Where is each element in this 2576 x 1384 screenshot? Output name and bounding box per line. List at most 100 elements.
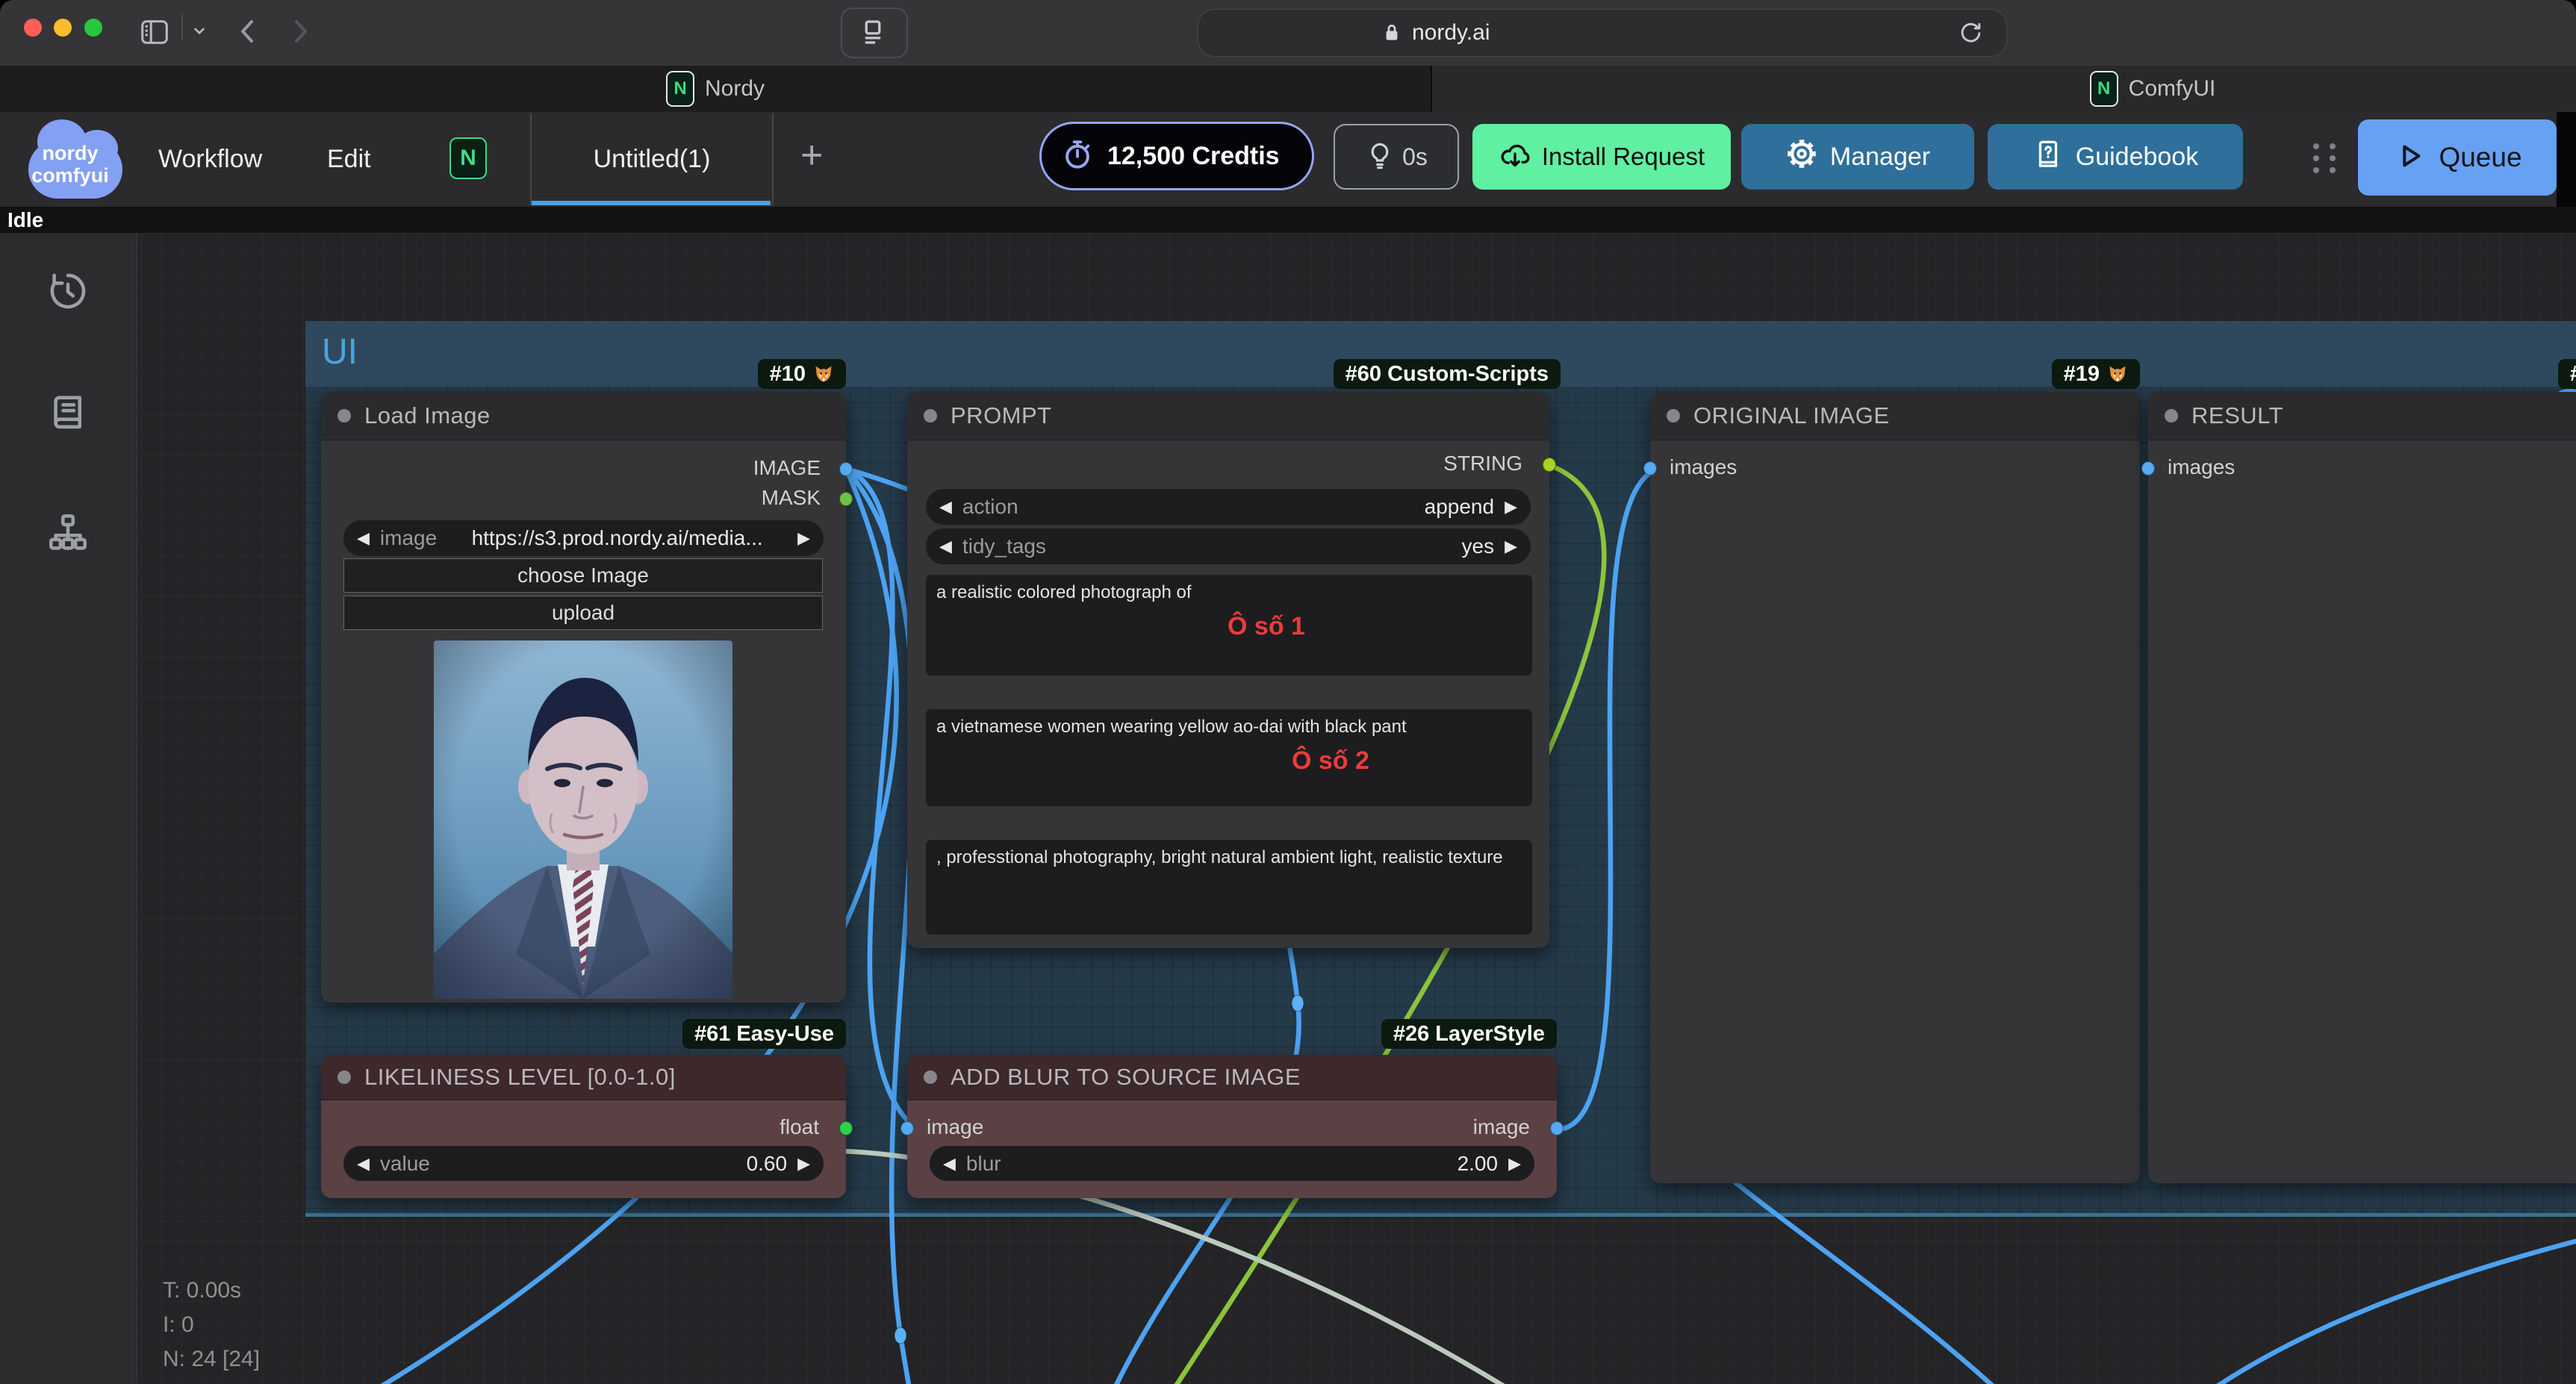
- arrow-right-icon[interactable]: ▶: [797, 529, 810, 548]
- choose-image-button[interactable]: choose Image: [343, 558, 823, 593]
- image-preview[interactable]: [434, 640, 732, 999]
- node-load-image[interactable]: Load Image IMAGE MASK ◀ image https://s3…: [321, 392, 846, 1003]
- toolbar-drag-handle[interactable]: [2313, 143, 2343, 176]
- tab-nordy[interactable]: N Nordy: [0, 66, 1432, 112]
- output-mask-label: MASK: [762, 486, 821, 510]
- guidebook-button[interactable]: Guidebook: [1988, 124, 2243, 190]
- ui-group-title: UI: [322, 331, 358, 373]
- output-string-port[interactable]: [1543, 458, 1556, 472]
- tab-separator-2: [772, 113, 774, 205]
- collapse-dot[interactable]: [924, 409, 937, 423]
- node-canvas[interactable]: UI Load Image IMAGE: [0, 233, 2576, 1384]
- output-float-label: float: [780, 1115, 819, 1139]
- collapse-dot[interactable]: [337, 1070, 351, 1084]
- node-add-blur-title[interactable]: ADD BLUR TO SOURCE IMAGE: [907, 1055, 1557, 1100]
- output-image-port[interactable]: [1550, 1121, 1564, 1135]
- arrow-left-icon[interactable]: ◀: [357, 1154, 370, 1173]
- arrow-left-icon[interactable]: ◀: [357, 529, 370, 548]
- menu-edit[interactable]: Edit: [327, 145, 371, 174]
- manager-button[interactable]: Manager: [1741, 124, 1974, 190]
- tab-comfyui[interactable]: N ComfyUI: [1432, 66, 2576, 112]
- manager-label: Manager: [1830, 143, 1930, 172]
- prompt-textarea-1[interactable]: a realistic colored photograph of Ô số 1: [926, 575, 1532, 676]
- node-likeliness-title[interactable]: LIKELINESS LEVEL [0.0-1.0]: [321, 1055, 846, 1100]
- node-likeliness-level[interactable]: LIKELINESS LEVEL [0.0-1.0] float ◀ value…: [321, 1055, 846, 1198]
- widget-value[interactable]: ◀ value 0.60 ▶: [343, 1146, 824, 1181]
- new-workflow-button[interactable]: +: [800, 133, 823, 178]
- node-map-icon[interactable]: [46, 511, 90, 554]
- nordy-favicon: N: [666, 71, 694, 107]
- collapse-dot[interactable]: [337, 409, 351, 423]
- output-image-port[interactable]: [839, 462, 853, 476]
- history-icon[interactable]: [46, 269, 90, 313]
- collapse-dot[interactable]: [1667, 409, 1680, 423]
- chevron-down-icon[interactable]: [190, 21, 209, 44]
- menu-workflow[interactable]: Workflow: [158, 145, 262, 174]
- node-load-image-title[interactable]: Load Image: [321, 392, 846, 440]
- guidebook-label: Guidebook: [2076, 143, 2198, 172]
- workflows-book-icon[interactable]: [46, 390, 90, 434]
- placeholder-2: Ô số 2: [1038, 746, 1623, 776]
- close-window-button[interactable]: [24, 19, 42, 37]
- queue-label: Queue: [2439, 142, 2521, 173]
- arrow-left-icon[interactable]: ◀: [939, 497, 952, 517]
- credits-pill[interactable]: 12,500 Credtis: [1039, 122, 1314, 190]
- nordy-logo[interactable]: nordycomfyui: [10, 118, 130, 196]
- back-button[interactable]: [230, 13, 266, 56]
- input-images-label: images: [2168, 455, 2235, 479]
- arrow-left-icon[interactable]: ◀: [939, 537, 952, 556]
- node-result-title[interactable]: RESULT: [2148, 392, 2576, 440]
- arrow-right-icon[interactable]: ▶: [1505, 497, 1517, 517]
- zoom-window-button[interactable]: [84, 19, 102, 37]
- widget-blur[interactable]: ◀ blur 2.00 ▶: [930, 1146, 1534, 1181]
- widget-tidy-tags[interactable]: ◀ tidy_tags yes ▶: [926, 529, 1531, 564]
- forward-button[interactable]: [282, 13, 318, 56]
- widget-action[interactable]: ◀ action append ▶: [926, 489, 1531, 525]
- address-bar[interactable]: nordy.ai: [1198, 9, 2007, 57]
- node-original-image-title[interactable]: ORIGINAL IMAGE: [1650, 392, 2140, 440]
- collapse-dot[interactable]: [2165, 409, 2178, 423]
- input-images-label: images: [1670, 455, 1737, 479]
- node-original-image[interactable]: ORIGINAL IMAGE images: [1650, 392, 2140, 1183]
- sidebar-toggle-icon[interactable]: [137, 15, 172, 53]
- node-add-blur[interactable]: ADD BLUR TO SOURCE IMAGE image image ◀ b…: [907, 1055, 1557, 1198]
- arrow-right-icon[interactable]: ▶: [1505, 537, 1517, 556]
- queue-button[interactable]: Queue: [2358, 119, 2557, 196]
- input-image-port[interactable]: [900, 1121, 914, 1135]
- lightbulb-icon: [1365, 140, 1395, 174]
- fox-icon: [813, 364, 834, 384]
- arrow-left-icon[interactable]: ◀: [943, 1154, 956, 1173]
- arrow-right-icon[interactable]: ▶: [1508, 1154, 1521, 1173]
- node-prompt-title[interactable]: PROMPT: [907, 392, 1549, 440]
- browser-window: nordy.ai N Nordy N ComfyUI nordycomfyui: [0, 0, 2576, 1384]
- badge-layerstyle: #26 LayerStyle: [1381, 1019, 1557, 1049]
- upload-button[interactable]: upload: [343, 596, 823, 630]
- reload-icon[interactable]: [1957, 19, 1984, 50]
- tab-comfyui-label: ComfyUI: [2129, 76, 2216, 102]
- prompt-textarea-3[interactable]: , professtional photography, bright natu…: [926, 840, 1532, 935]
- install-request-button[interactable]: Install Request: [1472, 124, 1731, 190]
- widget-image-combo[interactable]: ◀ image https://s3.prod.nordy.ai/media..…: [343, 520, 824, 556]
- tab-nordy-label: Nordy: [705, 76, 765, 102]
- input-images-port[interactable]: [1643, 461, 1657, 476]
- collapse-dot[interactable]: [924, 1070, 937, 1084]
- timer-pill[interactable]: 0s: [1334, 124, 1459, 190]
- badge-load-image: #10: [758, 359, 846, 389]
- arrow-right-icon[interactable]: ▶: [797, 1154, 810, 1173]
- logo-text: nordycomfyui: [10, 142, 130, 187]
- stat-iterations: I: 0: [163, 1308, 260, 1342]
- lock-icon: [1379, 20, 1404, 49]
- output-mask-port[interactable]: [839, 492, 853, 506]
- stat-time: T: 0.00s: [163, 1274, 260, 1308]
- prompt-textarea-2[interactable]: a vietnamese women wearing yellow ao-dai…: [926, 709, 1532, 806]
- node-prompt[interactable]: PROMPT STRING ◀ action append ▶ ◀ tidy_t…: [907, 392, 1549, 948]
- output-float-port[interactable]: [839, 1121, 853, 1135]
- nordy-n-badge[interactable]: N: [449, 137, 487, 179]
- workflow-tab-untitled[interactable]: Untitled(1): [532, 112, 772, 207]
- input-images-port[interactable]: [2141, 461, 2155, 476]
- node-result[interactable]: RESULT images: [2148, 392, 2576, 1183]
- stat-version: V: 52: [163, 1377, 260, 1384]
- minimize-window-button[interactable]: [54, 19, 72, 37]
- reroute-dot-1[interactable]: [895, 1327, 906, 1344]
- page-format-button[interactable]: [841, 7, 908, 58]
